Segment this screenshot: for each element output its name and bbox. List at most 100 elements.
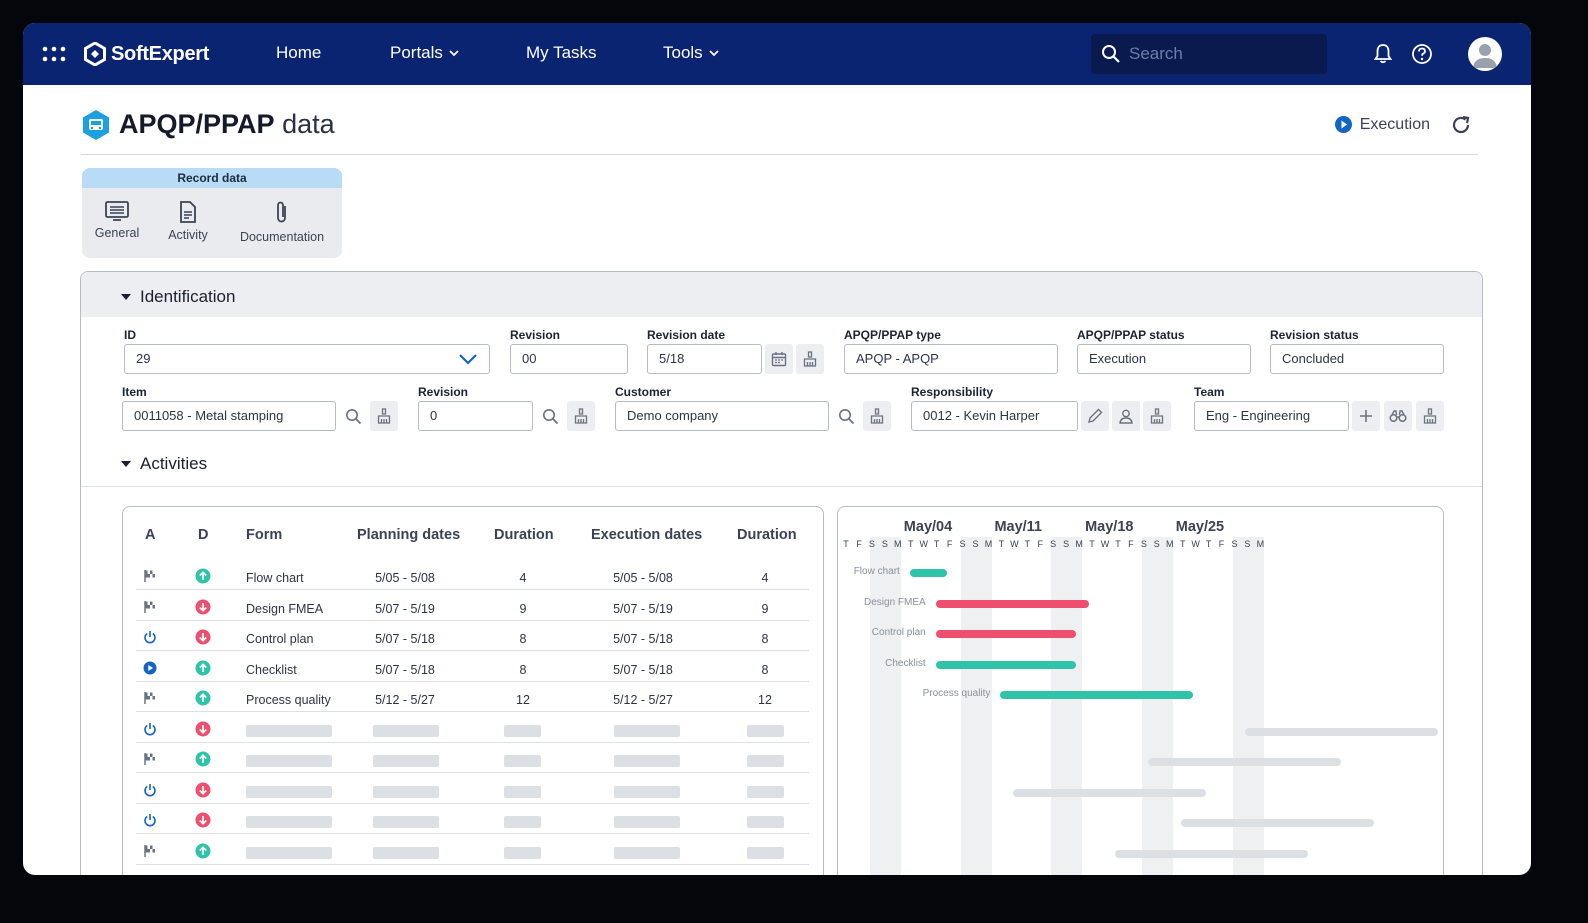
activity-form-name[interactable]: Flow chart [246, 571, 304, 585]
nav-portals[interactable]: Portals [390, 43, 459, 63]
arrow-down-circle-icon[interactable] [195, 721, 211, 742]
responsibility-user-button[interactable] [1112, 401, 1140, 431]
placeholder-execution-duration [747, 846, 784, 859]
document-icon [180, 201, 196, 223]
gantt-day-label: S [1153, 539, 1160, 549]
apps-grid-icon[interactable] [41, 45, 67, 63]
item-revision-clear-button[interactable] [567, 401, 595, 431]
flag-icon[interactable] [143, 752, 157, 771]
bell-icon[interactable] [1374, 43, 1392, 64]
gantt-week-label: May/18 [1085, 519, 1134, 535]
responsibility-clear-button[interactable] [1143, 401, 1171, 431]
gantt-placeholder-bar [1181, 819, 1374, 827]
help-icon[interactable] [1411, 43, 1433, 65]
item-search-button[interactable] [339, 401, 367, 431]
activity-execution-dates: 5/05 - 5/08 [613, 571, 673, 585]
type-field[interactable]: APQP - APQP [844, 344, 1058, 374]
column-header-a: A [145, 527, 156, 543]
arrow-up-circle-icon[interactable] [195, 690, 211, 711]
activities-table: A D Form Planning dates Duration Executi… [122, 506, 824, 875]
user-avatar[interactable] [1468, 37, 1502, 71]
team-clear-button[interactable] [1416, 401, 1444, 431]
activity-execution-dates: 5/07 - 5/18 [613, 632, 673, 646]
power-icon[interactable] [143, 722, 157, 741]
arrow-down-circle-icon[interactable] [195, 599, 211, 620]
nav-my-tasks[interactable]: My Tasks [526, 43, 597, 63]
gantt-day-label: F [946, 539, 953, 549]
team-field[interactable]: Eng - Engineering [1194, 401, 1349, 431]
tab-activity[interactable]: Activity [165, 200, 211, 242]
power-icon[interactable] [143, 630, 157, 649]
item-revision-search-button[interactable] [536, 401, 564, 431]
arrow-up-circle-icon[interactable] [195, 751, 211, 772]
responsibility-field[interactable]: 0012 - Kevin Harper [911, 401, 1078, 431]
gantt-task-bar [935, 660, 1077, 669]
responsibility-edit-button[interactable] [1081, 401, 1109, 431]
identification-toggle[interactable]: Identification [121, 287, 235, 307]
broom-icon [1423, 408, 1437, 424]
car-badge-icon [83, 110, 109, 140]
id-select[interactable]: 29 [124, 344, 490, 374]
nav-home[interactable]: Home [276, 43, 321, 63]
revision-date-field[interactable]: 5/18 [647, 344, 762, 374]
customer-search-button[interactable] [832, 401, 860, 431]
tab-general[interactable]: General [94, 200, 140, 240]
activity-form-name[interactable]: Control plan [246, 632, 313, 646]
power-icon[interactable] [143, 813, 157, 832]
arrow-down-circle-icon[interactable] [195, 629, 211, 650]
activity-form-name[interactable]: Design FMEA [246, 602, 323, 616]
flag-icon[interactable] [143, 600, 157, 619]
item-revision-field[interactable]: 0 [418, 401, 533, 431]
flag-icon[interactable] [143, 569, 157, 588]
search-box[interactable] [1091, 34, 1327, 74]
clear-date-button[interactable] [796, 344, 824, 374]
column-header-duration: Duration [494, 527, 554, 543]
nav-tools[interactable]: Tools [663, 43, 719, 63]
user-icon [1119, 409, 1133, 424]
type-value: APQP - APQP [856, 351, 939, 366]
row-divider [136, 680, 809, 682]
revision-field[interactable]: 00 [510, 344, 628, 374]
row-divider [136, 741, 809, 743]
user-icon [1473, 44, 1497, 68]
item-field[interactable]: 0011058 - Metal stamping [122, 401, 336, 431]
customer-clear-button[interactable] [863, 401, 891, 431]
customer-field[interactable]: Demo company [615, 401, 829, 431]
search-input[interactable] [1129, 44, 1309, 64]
placeholder-execution-dates [614, 755, 680, 767]
tab-documentation[interactable]: Documentation [236, 200, 328, 244]
activity-execution-dates: 5/07 - 5/18 [613, 662, 673, 677]
revision-date-value: 5/18 [659, 351, 685, 366]
calendar-button[interactable] [765, 344, 793, 374]
flag-icon[interactable] [143, 691, 157, 710]
column-header-form: Form [246, 527, 283, 543]
activity-duration: 8 [519, 632, 527, 646]
activity-form-name[interactable]: Checklist [246, 663, 297, 677]
team-add-button[interactable] [1352, 401, 1380, 431]
nav-my-tasks-label: My Tasks [526, 43, 597, 62]
search-icon [838, 408, 854, 424]
play-circle-icon[interactable] [143, 661, 157, 680]
item-revision-label: Revision [418, 385, 469, 399]
refresh-icon[interactable] [1450, 114, 1472, 136]
revision-status-value: Concluded [1282, 351, 1345, 366]
arrow-down-circle-icon[interactable] [195, 782, 211, 803]
power-icon[interactable] [143, 783, 157, 802]
brand-logo[interactable]: SoftExpert [83, 40, 209, 68]
gantt-day-label: S [868, 539, 875, 549]
team-view-button[interactable] [1384, 401, 1412, 431]
status-field[interactable]: Execution [1077, 344, 1251, 374]
arrow-up-circle-icon[interactable] [195, 843, 211, 864]
activities-toggle[interactable]: Activities [121, 454, 207, 474]
arrow-down-circle-icon[interactable] [195, 812, 211, 833]
placeholder-form [246, 816, 332, 828]
flag-icon[interactable] [143, 844, 157, 863]
arrow-up-circle-icon[interactable] [195, 660, 211, 681]
revision-status-field[interactable]: Concluded [1270, 344, 1444, 374]
placeholder-execution-duration [747, 816, 784, 828]
item-clear-button[interactable] [370, 401, 398, 431]
revision-date-label: Revision date [647, 328, 726, 342]
responsibility-value: 0012 - Kevin Harper [923, 408, 1040, 423]
activity-form-name[interactable]: Process quality [246, 693, 331, 707]
arrow-up-circle-icon[interactable] [195, 568, 211, 589]
